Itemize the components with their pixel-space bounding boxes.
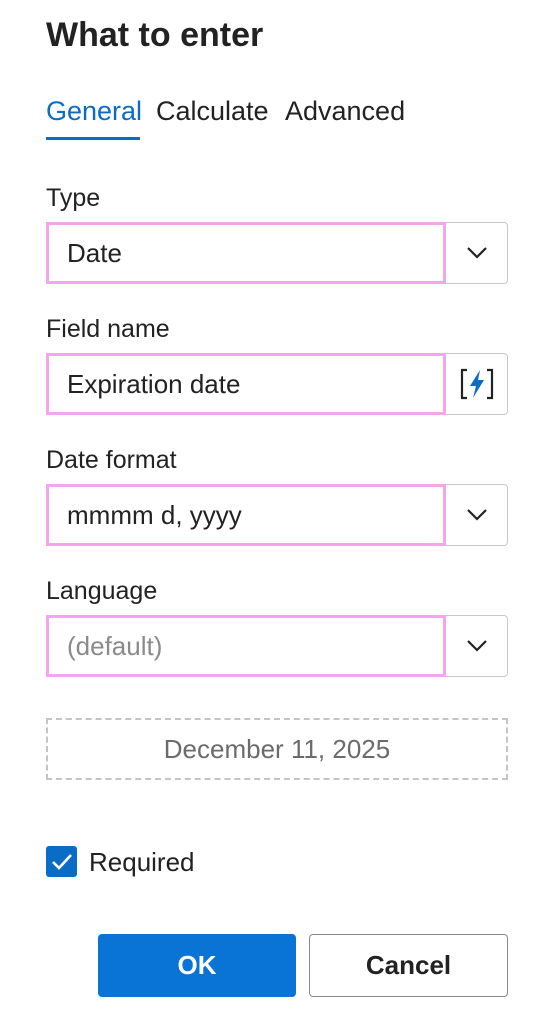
tab-calculate[interactable]: Calculate xyxy=(156,96,269,127)
active-tab-indicator xyxy=(46,137,140,140)
required-checkbox[interactable] xyxy=(46,846,77,877)
date-format-dropdown-button[interactable] xyxy=(446,484,508,546)
type-label: Type xyxy=(46,184,101,212)
cancel-button[interactable]: Cancel xyxy=(309,934,508,997)
chevron-down-icon xyxy=(466,640,487,652)
dialog-title: What to enter xyxy=(46,16,264,54)
field-name-input-group: Expiration date xyxy=(46,353,508,415)
type-dropdown-button[interactable] xyxy=(446,222,508,284)
language-label: Language xyxy=(46,577,158,605)
date-format-label: Date format xyxy=(46,446,177,474)
insert-field-icon xyxy=(460,368,493,400)
type-select[interactable]: Date xyxy=(46,222,508,284)
field-name-input[interactable]: Expiration date xyxy=(46,353,446,415)
language-dropdown-button[interactable] xyxy=(446,615,508,677)
date-format-select[interactable]: mmmm d, yyyy xyxy=(46,484,508,546)
language-value[interactable]: (default) xyxy=(46,615,446,677)
date-format-value[interactable]: mmmm d, yyyy xyxy=(46,484,446,546)
language-select[interactable]: (default) xyxy=(46,615,508,677)
tab-general[interactable]: General xyxy=(46,96,142,127)
field-name-label: Field name xyxy=(46,315,170,343)
ok-button[interactable]: OK xyxy=(98,934,296,997)
required-label[interactable]: Required xyxy=(89,847,195,878)
tab-advanced[interactable]: Advanced xyxy=(285,96,405,127)
insert-field-button[interactable] xyxy=(446,353,508,415)
checkmark-icon xyxy=(51,853,72,870)
type-select-value[interactable]: Date xyxy=(46,222,446,284)
chevron-down-icon xyxy=(466,247,487,259)
date-preview: December 11, 2025 xyxy=(46,718,508,780)
chevron-down-icon xyxy=(466,509,487,521)
